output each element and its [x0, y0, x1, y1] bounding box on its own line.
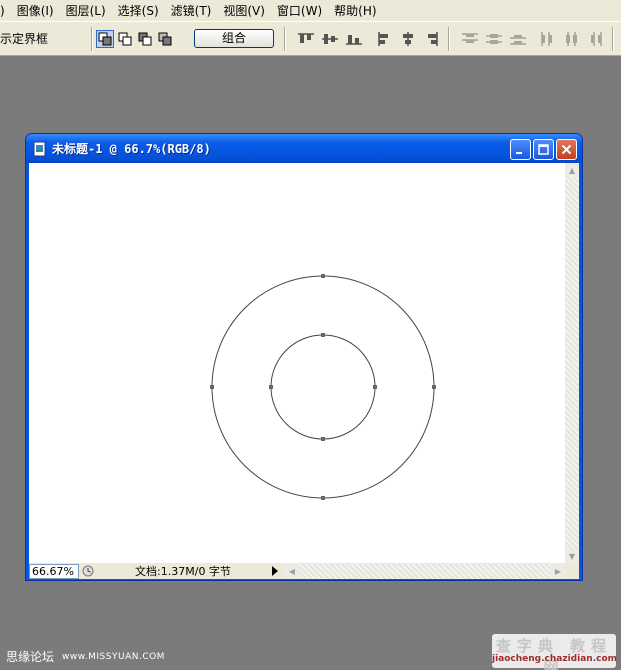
scroll-right-arrow-icon[interactable]: ▶: [551, 563, 565, 579]
close-icon: [561, 144, 572, 155]
status-menu-icon: [82, 565, 94, 577]
align-right-icon: [428, 31, 438, 46]
distribute-hcenter-button[interactable]: [561, 30, 583, 48]
show-bounding-box-label[interactable]: 示定界框: [0, 30, 88, 47]
align-right-button[interactable]: [421, 30, 443, 48]
zoom-level-field[interactable]: 66.67%: [29, 563, 79, 579]
watermark-chazidian-title: 查字典 教程网: [495, 637, 613, 670]
distribute-top-icon: [462, 33, 478, 43]
anchor-point[interactable]: [210, 385, 214, 389]
watermark-missyuan-url: www.MISSYUAN.COM: [62, 651, 165, 662]
shape-mode-subtract-button[interactable]: [136, 30, 154, 48]
watermark-missyuan-cn: 思缘论坛: [6, 650, 55, 664]
canvas-drawing: [210, 274, 436, 500]
scroll-up-arrow-icon[interactable]: ▲: [565, 163, 579, 177]
document-title: 未标题-1 @ 66.7%(RGB/8): [52, 142, 211, 156]
maximize-icon: [538, 144, 549, 155]
distribute-hcenter-icon: [566, 31, 577, 46]
menu-select[interactable]: 选择(S): [112, 0, 165, 22]
document-window: 未标题-1 @ 66.7%(RGB/8) ▲ ▼ 66.67% 文档:1.37M…: [25, 133, 583, 581]
menu-help[interactable]: 帮助(H): [328, 0, 382, 22]
options-bar: 示定界框 组合: [0, 22, 621, 56]
menu-image[interactable]: 图像(I): [11, 0, 60, 22]
menu-edit-partial[interactable]: ): [0, 0, 11, 22]
anchor-point[interactable]: [321, 333, 325, 337]
status-info-menu-button[interactable]: [269, 564, 281, 579]
close-button[interactable]: [556, 139, 577, 160]
distribute-vertical-group: [459, 30, 531, 48]
align-bottom-icon: [346, 34, 362, 44]
distribute-bottom-icon: [510, 34, 526, 44]
anchor-point[interactable]: [373, 385, 377, 389]
scroll-left-arrow-icon[interactable]: ◀: [285, 563, 299, 579]
align-group: [295, 30, 367, 48]
anchor-point[interactable]: [432, 385, 436, 389]
watermark-missyuan: 思缘论坛 www.MISSYUAN.COM: [6, 648, 165, 665]
shape-mode-intersect-button[interactable]: [156, 30, 174, 48]
shape-new-icon: [98, 32, 112, 45]
align-bottom-button[interactable]: [343, 30, 365, 48]
align-top-icon: [298, 33, 314, 43]
distribute-vcenter-button[interactable]: [483, 30, 505, 48]
shape-intersect-icon: [158, 32, 172, 45]
align-left-icon: [378, 31, 388, 46]
distribute-left-icon: [541, 31, 552, 46]
menu-layer[interactable]: 图层(L): [60, 0, 112, 22]
minimize-icon: [516, 152, 522, 154]
watermark-chazidian: 查字典 教程网 jiaocheng.chazidian.com: [492, 634, 618, 670]
align-horizontal-group: [373, 30, 445, 48]
distribute-horizontal-group: [537, 30, 609, 48]
distribute-right-button[interactable]: [585, 30, 607, 48]
distribute-left-button[interactable]: [537, 30, 559, 48]
arrow-right-icon: [272, 566, 278, 576]
maximize-button[interactable]: [533, 139, 554, 160]
watermark-chazidian-url: jiaocheng.chazidian.com: [492, 654, 618, 664]
separator: [448, 26, 450, 51]
anchor-point[interactable]: [321, 496, 325, 500]
separator: [612, 26, 614, 51]
scroll-down-arrow-icon[interactable]: ▼: [565, 549, 579, 563]
status-menu-button[interactable]: [79, 564, 97, 579]
document-canvas[interactable]: [29, 163, 565, 563]
inner-circle-path[interactable]: [270, 334, 376, 440]
minimize-button[interactable]: [510, 139, 531, 160]
document-titlebar[interactable]: 未标题-1 @ 66.7%(RGB/8): [26, 134, 582, 163]
shape-mode-add-button[interactable]: [116, 30, 134, 48]
anchor-point[interactable]: [321, 437, 325, 441]
shape-mode-new-button[interactable]: [96, 29, 114, 48]
menu-bar: ) 图像(I) 图层(L) 选择(S) 滤镜(T) 视图(V) 窗口(W) 帮助…: [0, 0, 621, 22]
document-size-info: 文档:1.37M/0 字节: [135, 564, 231, 578]
status-bar: 66.67% 文档:1.37M/0 字节 ◀ ▶: [29, 563, 579, 579]
shape-subtract-icon: [138, 32, 152, 45]
align-top-button[interactable]: [295, 30, 317, 48]
horizontal-scrollbar[interactable]: ◀ ▶: [285, 563, 565, 579]
photoshop-doc-icon: [33, 141, 46, 156]
align-vcenter-icon: [322, 33, 338, 44]
shape-add-icon: [118, 32, 132, 45]
align-vcenter-button[interactable]: [319, 30, 341, 48]
distribute-top-button[interactable]: [459, 30, 481, 48]
distribute-right-icon: [591, 31, 602, 46]
align-left-button[interactable]: [373, 30, 395, 48]
anchor-point[interactable]: [269, 385, 273, 389]
distribute-bottom-button[interactable]: [507, 30, 529, 48]
vertical-scrollbar[interactable]: ▲ ▼: [565, 163, 579, 563]
anchor-points: [210, 274, 436, 500]
distribute-vcenter-icon: [486, 33, 502, 44]
menu-window[interactable]: 窗口(W): [271, 0, 328, 22]
anchor-point[interactable]: [321, 274, 325, 278]
separator: [284, 26, 286, 51]
menu-view[interactable]: 视图(V): [217, 0, 271, 22]
outer-circle-path[interactable]: [211, 275, 435, 499]
combine-button[interactable]: 组合: [194, 29, 274, 48]
align-hcenter-button[interactable]: [397, 30, 419, 48]
align-hcenter-icon: [403, 31, 413, 46]
separator: [91, 26, 93, 51]
menu-filter[interactable]: 滤镜(T): [165, 0, 218, 22]
